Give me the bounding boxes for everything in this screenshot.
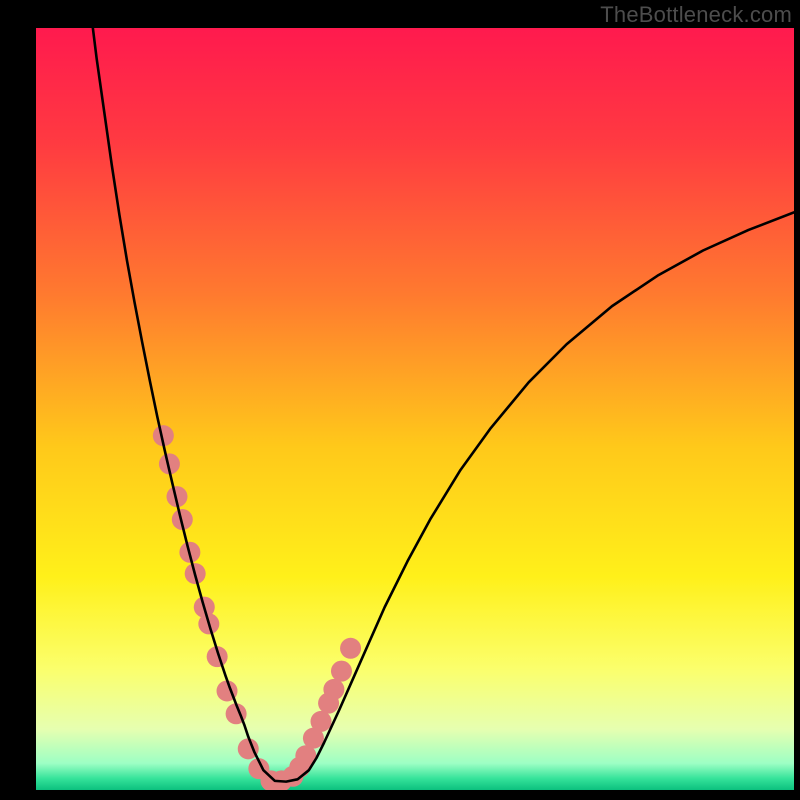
data-point bbox=[311, 711, 332, 732]
watermark-label: TheBottleneck.com bbox=[600, 2, 792, 28]
chart-svg bbox=[36, 28, 794, 790]
plot-area bbox=[36, 28, 794, 790]
data-point bbox=[323, 679, 344, 700]
data-point bbox=[331, 661, 352, 682]
data-point bbox=[340, 638, 361, 659]
outer-frame: TheBottleneck.com bbox=[0, 0, 800, 800]
gradient-background bbox=[36, 28, 794, 790]
